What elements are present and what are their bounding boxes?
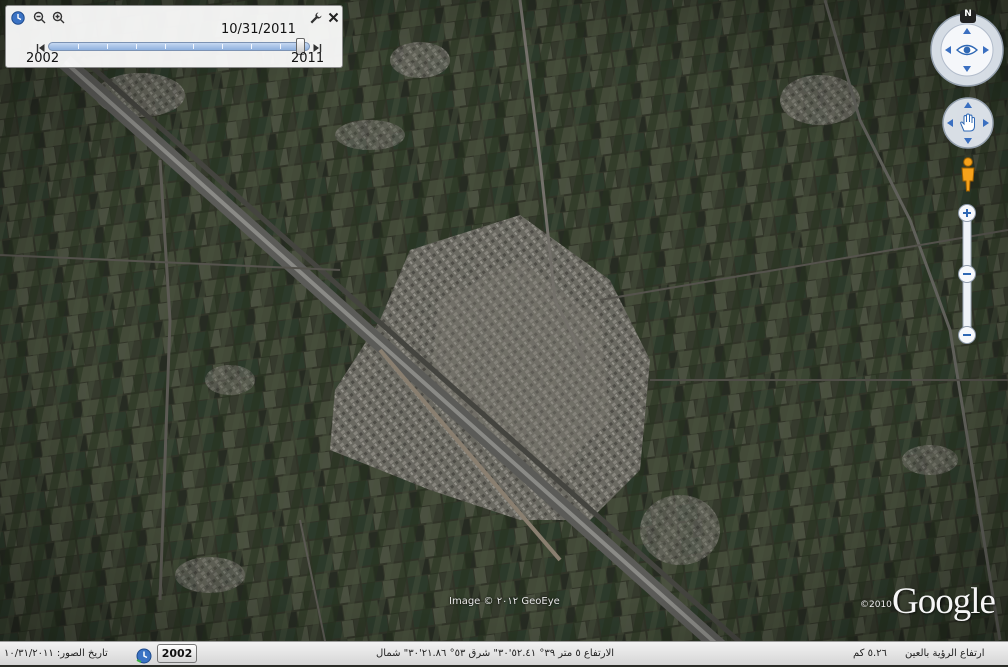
time-slider-tick <box>193 44 195 49</box>
google-logo: Google <box>892 581 996 622</box>
move-control[interactable] <box>941 96 995 150</box>
close-icon[interactable] <box>326 10 341 25</box>
satellite-map[interactable] <box>0 0 1008 665</box>
coordinates-readout: الارتفاع ٥ متر ٣٩° ٥٢.٤١'٣٠" شرق ٥٣° ٢١.… <box>376 648 615 659</box>
clock-icon[interactable] <box>10 10 25 25</box>
copyright-text: ©2010 <box>860 600 892 610</box>
imagery-year-button[interactable]: 2002 <box>157 644 197 663</box>
time-slider-tick <box>135 44 137 49</box>
current-date-label: 10/31/2011 <box>221 22 296 37</box>
time-slider-tick <box>222 44 224 49</box>
minus-icon[interactable] <box>957 325 977 349</box>
eye-altitude-label: ارتفاع الرؤية بالعين <box>905 648 985 659</box>
north-icon[interactable]: N <box>960 8 976 23</box>
imagery-date: تاريخ الصور: ١٠/٣١/٢٠١١ <box>4 648 108 659</box>
zoom-in-icon[interactable] <box>51 10 66 25</box>
historical-imagery-slider: 10/31/2011 2002 2011 <box>5 5 343 68</box>
zoom-level-thumb[interactable] <box>957 264 977 288</box>
wrench-icon[interactable] <box>308 10 323 25</box>
end-year-label: 2011 <box>291 51 325 66</box>
time-slider-tick <box>251 44 253 49</box>
time-slider-tick <box>280 44 282 49</box>
plus-icon[interactable] <box>957 203 977 227</box>
pegman-icon[interactable] <box>958 157 978 193</box>
eye-altitude-value: ٥.٢٦ كم <box>853 648 887 659</box>
time-slider-tick <box>77 44 79 49</box>
hand-icon <box>958 113 978 137</box>
historical-clock-icon[interactable] <box>136 648 152 667</box>
start-year-label: 2002 <box>26 51 60 66</box>
zoom-out-icon[interactable] <box>32 10 47 25</box>
time-slider-track[interactable] <box>48 42 310 51</box>
time-slider-tick <box>106 44 108 49</box>
look-control[interactable]: N <box>929 8 1007 88</box>
time-slider-tick <box>164 44 166 49</box>
eye-icon <box>955 41 979 63</box>
zoom-slider[interactable] <box>955 201 979 350</box>
imagery-attribution: Image © ٢٠١٢ GeoEye <box>449 596 560 607</box>
status-bar: تاريخ الصور: ١٠/٣١/٢٠١١ 2002 الارتفاع ٥ … <box>0 641 1008 665</box>
